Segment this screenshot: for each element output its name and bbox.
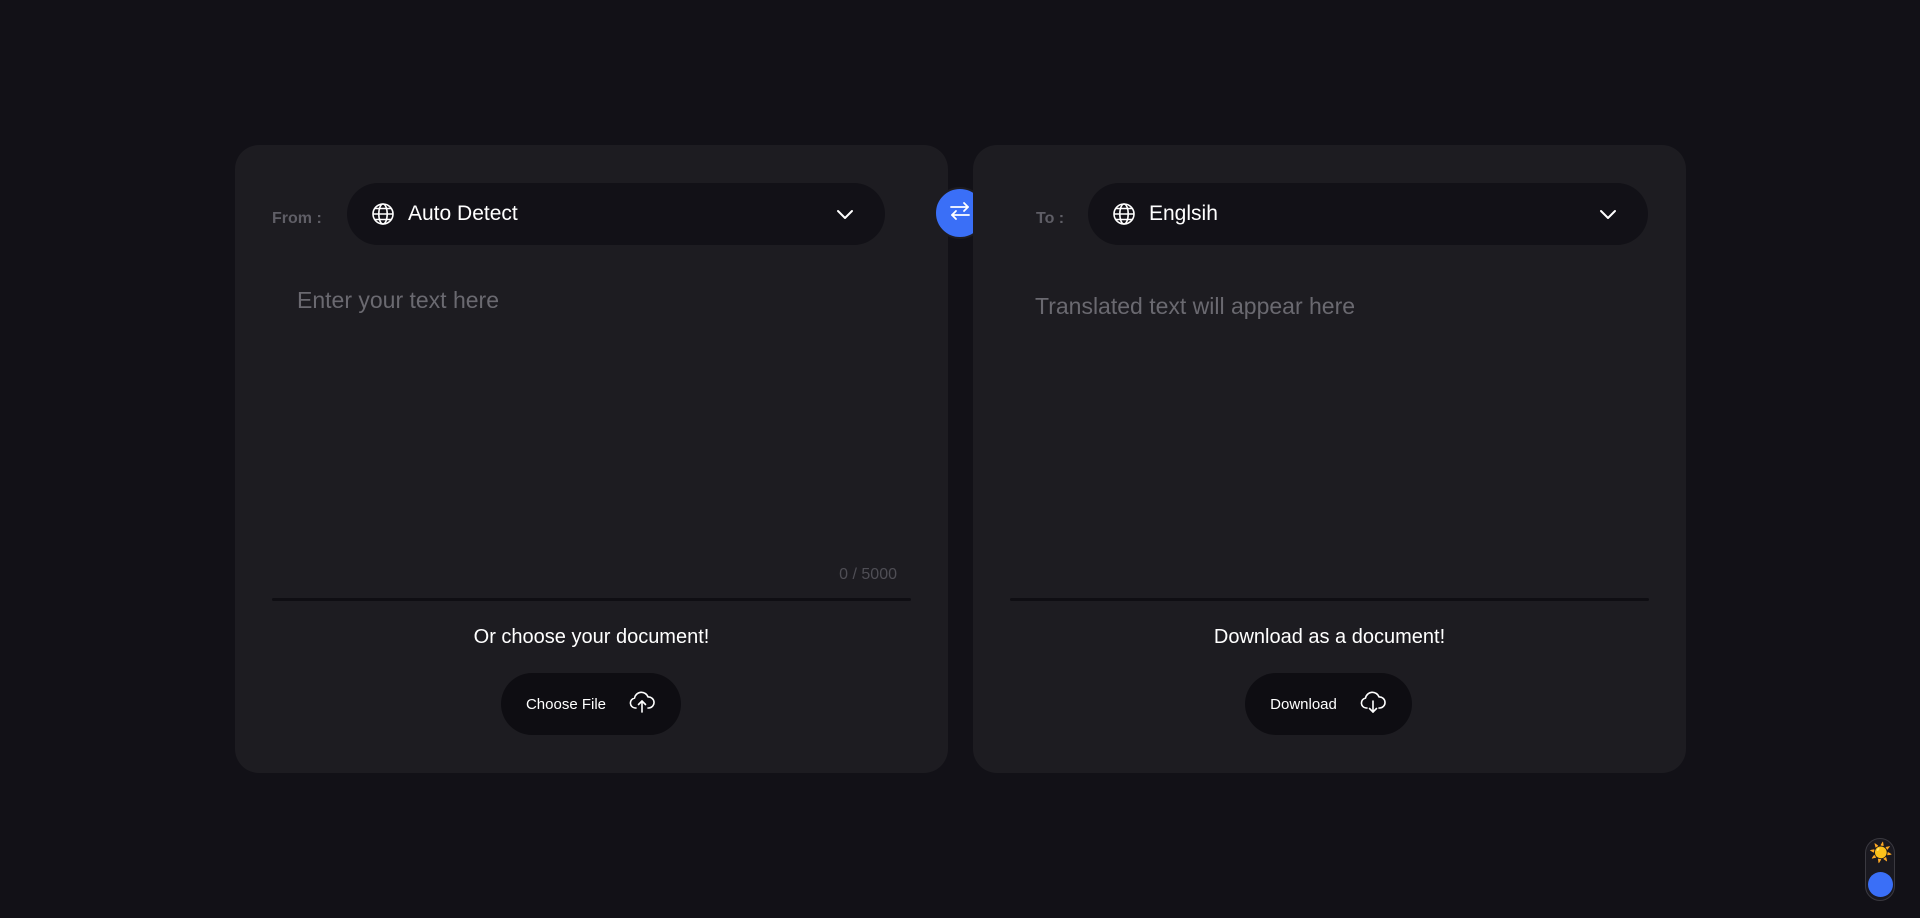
- target-divider: [1010, 598, 1649, 601]
- choose-file-label: Choose File: [525, 695, 607, 713]
- choose-document-caption: Or choose your document!: [473, 626, 710, 648]
- target-language-value: Englsih: [1149, 202, 1218, 225]
- target-language-select[interactable]: Englsih: [1088, 183, 1648, 245]
- globe-icon: [371, 202, 395, 226]
- source-divider: [272, 598, 911, 601]
- choose-file-button[interactable]: Choose File: [501, 673, 681, 735]
- sun-icon: ☀️: [1869, 842, 1893, 864]
- source-panel: From : Auto Detect Enter your text here …: [235, 145, 948, 773]
- cloud-download-icon: [1359, 688, 1387, 720]
- theme-toggle[interactable]: ☀️: [1865, 838, 1895, 901]
- translator-app: From : Auto Detect Enter your text here …: [0, 0, 1920, 918]
- to-label: To :: [1036, 210, 1065, 227]
- source-language-row: From : Auto Detect: [235, 183, 948, 245]
- download-button[interactable]: Download: [1245, 673, 1412, 735]
- target-language-row: To : Englsih: [973, 183, 1686, 245]
- chevron-down-icon: [1596, 202, 1620, 226]
- download-document-caption: Download as a document!: [1213, 626, 1446, 648]
- download-label: Download: [1270, 695, 1337, 713]
- toggle-knob: [1868, 872, 1893, 897]
- source-text-input[interactable]: [297, 287, 897, 537]
- source-language-select[interactable]: Auto Detect: [347, 183, 885, 245]
- globe-icon: [1112, 202, 1136, 226]
- swap-arrows-icon: [946, 197, 974, 230]
- cloud-upload-icon: [628, 688, 656, 720]
- from-label: From :: [272, 210, 322, 227]
- source-language-value: Auto Detect: [408, 202, 518, 225]
- translated-text-output: Translated text will appear here: [1035, 293, 1356, 319]
- char-count: 0 / 5000: [839, 566, 897, 583]
- chevron-down-icon: [833, 202, 857, 226]
- target-panel: To : Englsih Translated text will appear…: [973, 145, 1686, 773]
